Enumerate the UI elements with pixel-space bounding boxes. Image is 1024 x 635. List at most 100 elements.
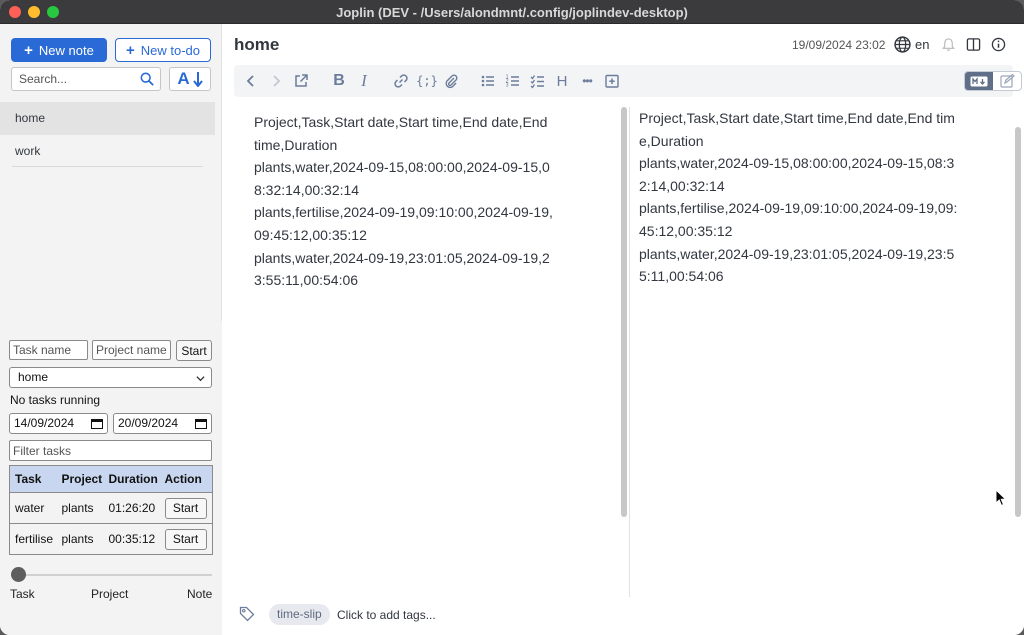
markdown-mode-button[interactable] (965, 72, 993, 90)
markdown-icon (970, 76, 988, 86)
group-by-slider-handle[interactable] (11, 567, 26, 582)
numbered-list-button[interactable]: 123 (504, 72, 522, 90)
bulleted-list-button[interactable] (479, 72, 497, 90)
tag-icon[interactable] (239, 606, 255, 622)
numbered-list-icon: 123 (506, 75, 519, 89)
calendar-icon[interactable] (91, 418, 103, 429)
note-list-item[interactable]: home (0, 102, 215, 135)
search-icon[interactable] (140, 72, 154, 86)
new-todo-button[interactable]: + New to-do (115, 38, 211, 62)
column-header[interactable]: Project (56, 465, 104, 493)
note-item-title: work (15, 144, 41, 158)
task-name-input[interactable] (9, 340, 88, 360)
edit-icon (999, 74, 1015, 88)
bold-button[interactable]: B (330, 72, 348, 90)
duration-cell: 00:35:12 (103, 523, 160, 555)
insert-time-icon (605, 74, 619, 88)
note-info-icon[interactable] (991, 37, 1006, 52)
viewer-scrollbar[interactable] (1015, 127, 1021, 517)
search-field[interactable] (11, 67, 161, 91)
chevron-down-icon (196, 376, 205, 382)
new-todo-label: New to-do (140, 42, 200, 58)
code-button[interactable]: {;} (415, 72, 439, 90)
table-header-row: Task Project Duration Action (9, 465, 213, 493)
note-updated-date: 19/09/2024 23:02 (792, 38, 886, 52)
group-by-option-note: Note (187, 587, 213, 601)
sort-order-button[interactable]: A (169, 67, 211, 91)
search-input[interactable] (12, 68, 130, 90)
column-header[interactable]: Task (9, 465, 57, 493)
start-label: Start (181, 343, 207, 358)
project-name-input[interactable] (92, 340, 171, 360)
date-to-input[interactable]: 20/09/2024 (113, 413, 212, 434)
window-title: Joplin (DEV - /Users/alondmnt/.config/jo… (336, 5, 688, 20)
editor-scrollbar[interactable] (621, 107, 627, 517)
checklist-button[interactable] (529, 72, 547, 90)
back-button[interactable] (242, 72, 260, 90)
alarm-bell-icon[interactable] (941, 37, 956, 52)
start-row-label: Start (172, 532, 199, 546)
chevron-left-icon (246, 75, 254, 87)
note-item-title: home (15, 111, 46, 125)
spellcheck-language-button[interactable]: en (894, 36, 929, 53)
rich-text-mode-button[interactable] (993, 72, 1021, 90)
link-icon (394, 74, 408, 88)
table-row: fertilise plants 00:35:12 Start (9, 523, 213, 555)
add-tags-link[interactable]: Click to add tags... (337, 608, 436, 622)
editor-mode-toggle[interactable] (964, 71, 1022, 91)
divider (12, 166, 203, 167)
table-row: water plants 01:26:20 Start (9, 492, 213, 524)
mouse-pointer-icon (995, 489, 1007, 507)
heading-button[interactable]: H (553, 72, 571, 90)
tracker-status: No tasks running (10, 393, 101, 407)
markdown-editor[interactable]: Project,Task,Start date,Start time,End d… (254, 111, 554, 292)
note-list: home work (0, 102, 215, 168)
bold-icon: B (333, 72, 345, 89)
note-list-panel: + New note + New to-do A home work (0, 24, 222, 635)
date-from-value: 14/09/2024 (14, 416, 75, 430)
title-bar: Joplin (DEV - /Users/alondmnt/.config/jo… (0, 0, 1024, 24)
insert-datetime-button[interactable] (603, 72, 621, 90)
new-note-label: New note (38, 42, 94, 58)
sort-arrow-down-icon (192, 72, 203, 87)
action-cell: Start (159, 523, 213, 555)
plus-icon: + (125, 41, 135, 59)
tag-pill[interactable]: time-slip (269, 604, 330, 625)
external-link-icon (295, 74, 308, 87)
plus-icon: + (24, 41, 33, 59)
note-select[interactable]: home (9, 367, 212, 388)
date-to-value: 20/09/2024 (118, 416, 179, 430)
forward-button[interactable] (267, 72, 285, 90)
language-label: en (915, 37, 930, 52)
more-icon: ••• (582, 74, 593, 88)
start-row-button[interactable]: Start (164, 528, 207, 550)
group-by-slider-track[interactable] (12, 574, 212, 576)
italic-icon: I (361, 71, 367, 90)
code-icon: {;} (416, 74, 438, 88)
group-by-option-task: Task (10, 587, 35, 601)
column-header[interactable]: Duration (103, 465, 160, 493)
toggle-layout-icon[interactable] (966, 37, 981, 52)
new-note-button[interactable]: + New note (11, 38, 107, 62)
start-row-button[interactable]: Start (164, 497, 207, 519)
italic-button[interactable]: I (355, 71, 373, 90)
filter-tasks-input[interactable] (9, 440, 212, 461)
link-button[interactable] (392, 72, 410, 90)
date-from-input[interactable]: 14/09/2024 (9, 413, 108, 434)
calendar-icon[interactable] (195, 418, 207, 429)
duration-cell: 01:26:20 (103, 492, 160, 524)
start-task-button[interactable]: Start (176, 340, 212, 361)
project-cell: plants (56, 523, 104, 555)
attach-file-button[interactable] (442, 72, 460, 90)
note-list-item[interactable]: work (0, 135, 215, 168)
note-title[interactable]: home (234, 35, 279, 55)
chevron-right-icon (273, 75, 281, 87)
task-cell: water (9, 492, 57, 524)
app-window: Joplin (DEV - /Users/alondmnt/.config/jo… (0, 0, 1024, 635)
heading-icon: H (556, 72, 568, 90)
pane-divider (629, 107, 630, 597)
open-external-button[interactable] (292, 72, 310, 90)
more-options-button[interactable]: ••• (576, 72, 598, 90)
column-header: Action (159, 465, 213, 493)
editor-toolbar: B I {;} 123 H ••• (234, 65, 1022, 97)
